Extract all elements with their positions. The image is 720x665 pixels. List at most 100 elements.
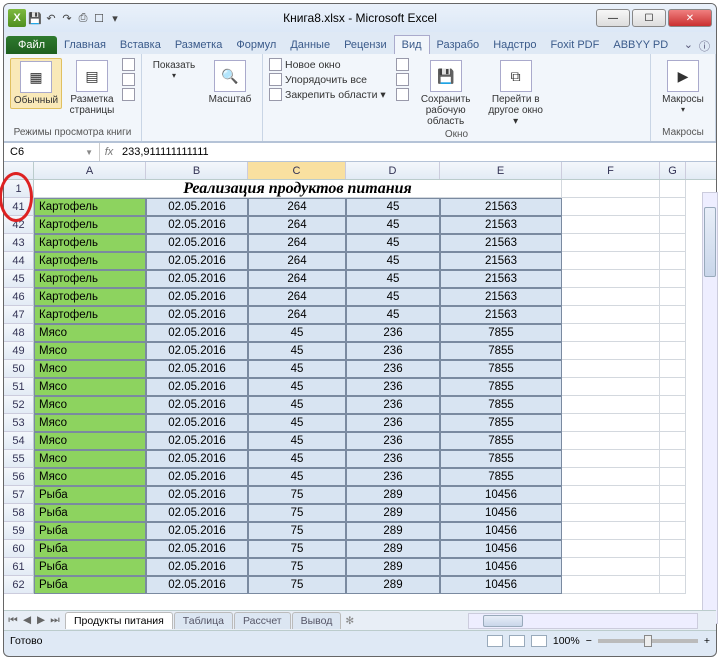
- row-header[interactable]: 42: [4, 216, 34, 234]
- print-icon[interactable]: ⎙: [76, 11, 90, 25]
- cell[interactable]: [660, 576, 686, 594]
- worksheet-grid[interactable]: A B C D E F G 1 Реализация продуктов пит…: [4, 162, 716, 610]
- cell[interactable]: [660, 216, 686, 234]
- cell[interactable]: [660, 378, 686, 396]
- cell[interactable]: 02.05.2016: [146, 486, 248, 504]
- cell[interactable]: 7855: [440, 432, 562, 450]
- cell[interactable]: 264: [248, 270, 346, 288]
- cell[interactable]: [562, 414, 660, 432]
- cell[interactable]: [562, 270, 660, 288]
- table-title[interactable]: Реализация продуктов питания: [34, 180, 562, 198]
- row-header[interactable]: 50: [4, 360, 34, 378]
- tab-file[interactable]: Файл: [6, 36, 57, 54]
- arrange-all-button[interactable]: Упорядочить все: [269, 73, 386, 86]
- qat-more-icon[interactable]: ▾: [108, 11, 122, 25]
- cell[interactable]: [562, 486, 660, 504]
- col-header-b[interactable]: B: [146, 162, 248, 179]
- cell[interactable]: [562, 450, 660, 468]
- tab-home[interactable]: Главная: [57, 36, 113, 54]
- vertical-scrollbar[interactable]: [702, 192, 717, 624]
- cell[interactable]: 264: [248, 216, 346, 234]
- zoom-slider[interactable]: [598, 639, 698, 643]
- row-header[interactable]: 53: [4, 414, 34, 432]
- macros-button[interactable]: ▶ Макросы ▾: [657, 58, 709, 116]
- cell[interactable]: 264: [248, 198, 346, 216]
- cell[interactable]: 02.05.2016: [146, 468, 248, 486]
- app-icon[interactable]: X: [8, 9, 26, 27]
- cell[interactable]: [660, 252, 686, 270]
- cell[interactable]: [660, 432, 686, 450]
- cell[interactable]: 7855: [440, 324, 562, 342]
- cell[interactable]: [562, 342, 660, 360]
- tab-layout[interactable]: Разметка: [168, 36, 230, 54]
- cell[interactable]: [562, 360, 660, 378]
- cell[interactable]: 45: [248, 324, 346, 342]
- cell[interactable]: 02.05.2016: [146, 234, 248, 252]
- cell[interactable]: 75: [248, 504, 346, 522]
- cell[interactable]: [562, 234, 660, 252]
- row-header[interactable]: 52: [4, 396, 34, 414]
- row-header[interactable]: 59: [4, 522, 34, 540]
- cell[interactable]: [562, 576, 660, 594]
- cell[interactable]: 75: [248, 576, 346, 594]
- row-header[interactable]: 60: [4, 540, 34, 558]
- col-header-a[interactable]: A: [34, 162, 146, 179]
- cell[interactable]: Мясо: [34, 342, 146, 360]
- cell[interactable]: 289: [346, 540, 440, 558]
- row-header[interactable]: 41: [4, 198, 34, 216]
- chevron-down-icon[interactable]: ▼: [85, 148, 93, 157]
- cell[interactable]: 289: [346, 522, 440, 540]
- cell[interactable]: [660, 234, 686, 252]
- cell[interactable]: [660, 522, 686, 540]
- col-header-d[interactable]: D: [346, 162, 440, 179]
- cell[interactable]: Рыба: [34, 486, 146, 504]
- cell[interactable]: 45: [248, 468, 346, 486]
- col-header-f[interactable]: F: [562, 162, 660, 179]
- row-header[interactable]: 55: [4, 450, 34, 468]
- new-window-button[interactable]: Новое окно: [269, 58, 386, 71]
- cell[interactable]: 236: [346, 432, 440, 450]
- row-header[interactable]: 45: [4, 270, 34, 288]
- tab-foxit[interactable]: Foxit PDF: [543, 36, 606, 54]
- cell[interactable]: [562, 504, 660, 522]
- cell[interactable]: 236: [346, 396, 440, 414]
- cell[interactable]: [562, 396, 660, 414]
- cell[interactable]: 45: [248, 432, 346, 450]
- tab-review[interactable]: Рецензи: [337, 36, 394, 54]
- cell[interactable]: 45: [346, 216, 440, 234]
- cell[interactable]: Мясо: [34, 378, 146, 396]
- zoom-out-icon[interactable]: −: [586, 635, 592, 647]
- zoom-button[interactable]: 🔍 Масштаб: [204, 58, 256, 107]
- row-header[interactable]: 49: [4, 342, 34, 360]
- zoom-level[interactable]: 100%: [553, 635, 580, 647]
- cell[interactable]: 75: [248, 486, 346, 504]
- tab-insert[interactable]: Вставка: [113, 36, 168, 54]
- cell[interactable]: Мясо: [34, 468, 146, 486]
- cell[interactable]: 236: [346, 324, 440, 342]
- cell[interactable]: 02.05.2016: [146, 504, 248, 522]
- cell[interactable]: [660, 324, 686, 342]
- help-icon[interactable]: ⓘ: [699, 38, 710, 54]
- cell[interactable]: 02.05.2016: [146, 378, 248, 396]
- cell[interactable]: 7855: [440, 468, 562, 486]
- select-all-corner[interactable]: [4, 162, 34, 179]
- cell[interactable]: [660, 504, 686, 522]
- cell[interactable]: Картофель: [34, 252, 146, 270]
- page-layout-view-icon[interactable]: [509, 635, 525, 647]
- tab-formulas[interactable]: Формул: [229, 36, 283, 54]
- cell[interactable]: 7855: [440, 450, 562, 468]
- cell[interactable]: [660, 270, 686, 288]
- cell[interactable]: Картофель: [34, 270, 146, 288]
- col-header-c[interactable]: C: [248, 162, 346, 179]
- cell[interactable]: Рыба: [34, 576, 146, 594]
- cell[interactable]: [660, 414, 686, 432]
- row-header[interactable]: 47: [4, 306, 34, 324]
- cell[interactable]: 289: [346, 558, 440, 576]
- cell[interactable]: 45: [248, 450, 346, 468]
- cell[interactable]: 10456: [440, 558, 562, 576]
- cell[interactable]: 236: [346, 414, 440, 432]
- scroll-thumb[interactable]: [483, 615, 523, 627]
- cell[interactable]: 02.05.2016: [146, 558, 248, 576]
- cell[interactable]: 7855: [440, 414, 562, 432]
- cell[interactable]: 264: [248, 306, 346, 324]
